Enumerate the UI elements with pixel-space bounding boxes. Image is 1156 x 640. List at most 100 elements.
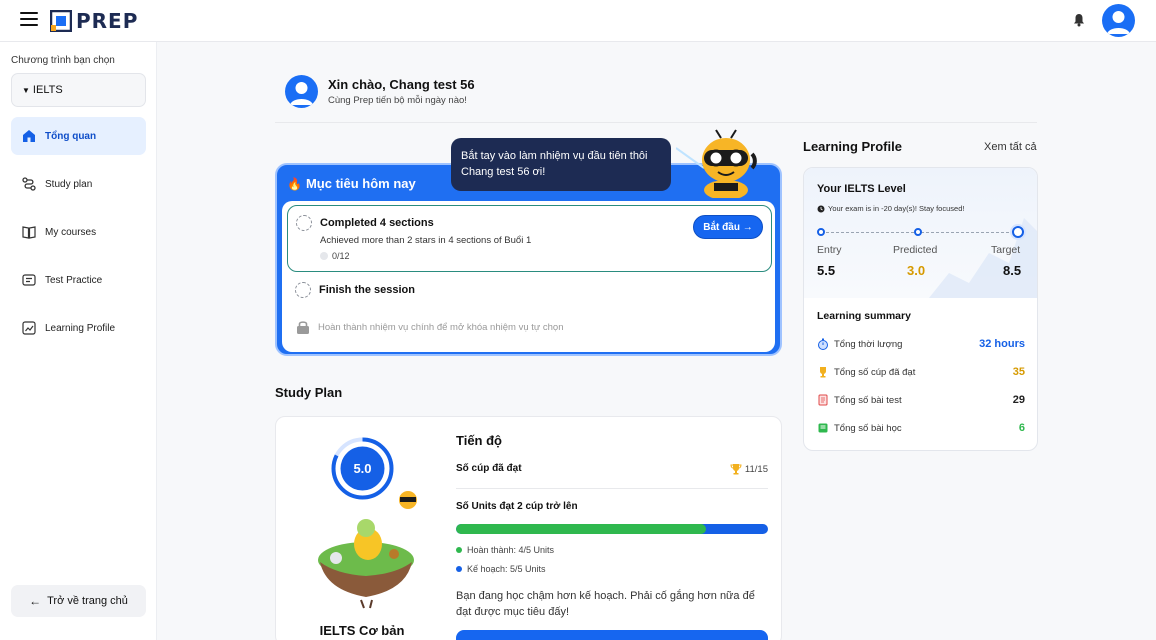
program-label: Chương trình bạn chọn — [11, 55, 115, 66]
greeting-subtitle: Cùng Prep tiến bộ mỗi ngày nào! — [328, 95, 467, 106]
back-home-label: Trở về trang chủ — [47, 595, 128, 607]
sidebar-item-test-practice[interactable]: Test Practice — [11, 261, 146, 299]
greeting: Xin chào, Chang test 56 Cùng Prep tiến b… — [285, 75, 475, 108]
bell-icon[interactable] — [1072, 13, 1086, 27]
study-plan-cta-button[interactable] — [456, 630, 768, 640]
top-bar: PREP — [0, 0, 1156, 42]
island-illustration-icon — [318, 491, 417, 609]
greeting-avatar — [285, 75, 318, 108]
star-progress-icon — [320, 252, 328, 260]
course-name: IELTS Cơ bản — [319, 623, 405, 638]
book-icon — [22, 226, 36, 239]
sidebar-item-label: Tổng quan — [45, 130, 97, 142]
sidebar-item-label: Learning Profile — [45, 322, 116, 334]
task-progress-value: 0/12 — [332, 251, 350, 261]
user-avatar[interactable] — [1102, 4, 1135, 37]
sidebar-item-overview[interactable]: Tổng quan — [11, 117, 146, 155]
study-plan-card: 5.0 IELTS Cơ bản Tiến độ Số cúp đã đạt 1… — [275, 416, 782, 640]
legend-dot-completed — [456, 547, 462, 553]
entry-node — [817, 228, 825, 236]
goal-task-list: Completed 4 sections Achieved more than … — [282, 201, 775, 352]
sidebar-nav: Tổng quan Study plan My courses Test Pra… — [11, 117, 146, 357]
lesson-book-icon — [818, 423, 828, 433]
profile-chart-icon — [22, 321, 36, 335]
task-finish-session[interactable]: Finish the session — [295, 282, 415, 298]
summary-label: Tổng số bài test — [834, 394, 902, 406]
prep-logo[interactable]: PREP — [50, 9, 138, 33]
pace-message: Bạn đang học chậm hơn kế hoạch. Phải cố … — [456, 590, 755, 618]
task-locked: Hoàn thành nhiệm vụ chính để mở khóa nhi… — [296, 319, 563, 335]
sidebar-item-label: My courses — [45, 226, 97, 238]
summary-title: Learning summary — [817, 310, 911, 322]
separator — [456, 488, 768, 489]
task-completed-sections[interactable]: Completed 4 sections Achieved more than … — [287, 205, 772, 272]
units-progress-fill — [456, 524, 706, 534]
summary-row: Tổng số cúp đã đạt 35 — [817, 366, 1025, 378]
summary-label: Tổng số bài học — [834, 422, 902, 434]
trophy-icon — [820, 367, 826, 378]
exam-note-text: Your exam is in -20 day(s)! Stay focused… — [828, 204, 965, 213]
clock-icon — [817, 205, 825, 212]
sidebar-item-my-courses[interactable]: My courses — [11, 213, 146, 251]
home-icon — [23, 130, 35, 142]
predicted-value: 3.0 — [907, 263, 926, 278]
logo-text: PREP — [76, 9, 139, 33]
summary-row: Tổng số bài test 29 — [817, 394, 1025, 406]
cups-value: 11/15 — [744, 463, 768, 475]
hamburger-icon[interactable] — [20, 12, 38, 26]
today-goal-title-text: Mục tiêu hôm nay — [305, 176, 416, 191]
task-status-icon — [295, 282, 311, 298]
task-title: Completed 4 sections — [320, 217, 434, 229]
exam-note: Your exam is in -20 day(s)! Stay focused… — [817, 204, 964, 213]
task-status-icon — [296, 215, 312, 231]
sidebar-item-study-plan[interactable]: Study plan — [11, 165, 146, 203]
ielts-level-title: Your IELTS Level — [817, 183, 906, 195]
cups-count: 11/15 — [730, 463, 768, 475]
user-silhouette-icon — [290, 82, 313, 105]
start-button[interactable]: Bắt đầu → — [693, 215, 763, 239]
entry-label: Entry — [817, 244, 842, 256]
see-all-link[interactable]: Xem tất cả — [984, 141, 1037, 153]
mascot-speech-bubble: Bắt tay vào làm nhiệm vụ đầu tiên thôi C… — [451, 138, 671, 191]
legend-dot-planned — [456, 566, 462, 572]
cups-label: Số cúp đã đạt — [456, 463, 522, 474]
predicted-label: Predicted — [893, 244, 938, 256]
route-icon — [22, 177, 36, 191]
summary-row: Tổng thời lượng 32 hours — [817, 338, 1025, 350]
test-paper-icon — [818, 394, 828, 406]
summary-value: 6 — [1018, 422, 1025, 434]
arrow-left-icon: ← — [29, 594, 42, 608]
trophy-icon — [730, 464, 742, 475]
units-title: Số Units đạt 2 cúp trở lên — [456, 501, 578, 512]
learning-profile-card: Your IELTS Level Your exam is in -20 day… — [803, 167, 1038, 451]
stopwatch-icon — [818, 338, 828, 350]
predicted-node — [914, 228, 922, 236]
sidebar-item-learning-profile[interactable]: Learning Profile — [11, 309, 146, 347]
summary-label: Tổng số cúp đã đạt — [834, 366, 916, 378]
program-select[interactable]: ▼ IELTS — [11, 73, 146, 107]
task-subtitle: Achieved more than 2 stars in 4 sections… — [320, 235, 532, 246]
legend-planned: Kế hoạch: 5/5 Units — [456, 564, 546, 574]
user-silhouette-icon — [1107, 11, 1130, 34]
sidebar: Chương trình bạn chọn ▼ IELTS Tổng quan … — [0, 42, 157, 640]
greeting-title: Xin chào, Chang test 56 — [328, 77, 475, 92]
program-value: IELTS — [32, 84, 63, 96]
ielts-level-box: Your IELTS Level Your exam is in -20 day… — [804, 168, 1037, 298]
units-progress-bar — [456, 524, 768, 534]
entry-value: 5.5 — [817, 263, 836, 278]
fire-icon: 🔥 — [287, 176, 302, 191]
caret-down-icon: ▼ — [22, 85, 30, 95]
task-progress: 0/12 — [320, 251, 350, 261]
target-node — [1012, 226, 1024, 238]
legend-completed-text: Hoàn thành: 4/5 Units — [467, 545, 555, 555]
today-goal-title: 🔥 Mục tiêu hôm nay — [287, 176, 416, 191]
cups-row: Số cúp đã đạt 11/15 — [456, 463, 768, 475]
test-icon — [22, 274, 36, 286]
back-home-button[interactable]: ← Trở về trang chủ — [11, 585, 146, 617]
divider — [275, 122, 1037, 123]
summary-value: 29 — [1012, 394, 1025, 406]
summary-row: Tổng số bài học 6 — [817, 422, 1025, 434]
progress-title: Tiến độ — [456, 433, 502, 448]
prep-logo-icon — [50, 10, 72, 32]
study-plan-heading: Study Plan — [275, 385, 343, 400]
